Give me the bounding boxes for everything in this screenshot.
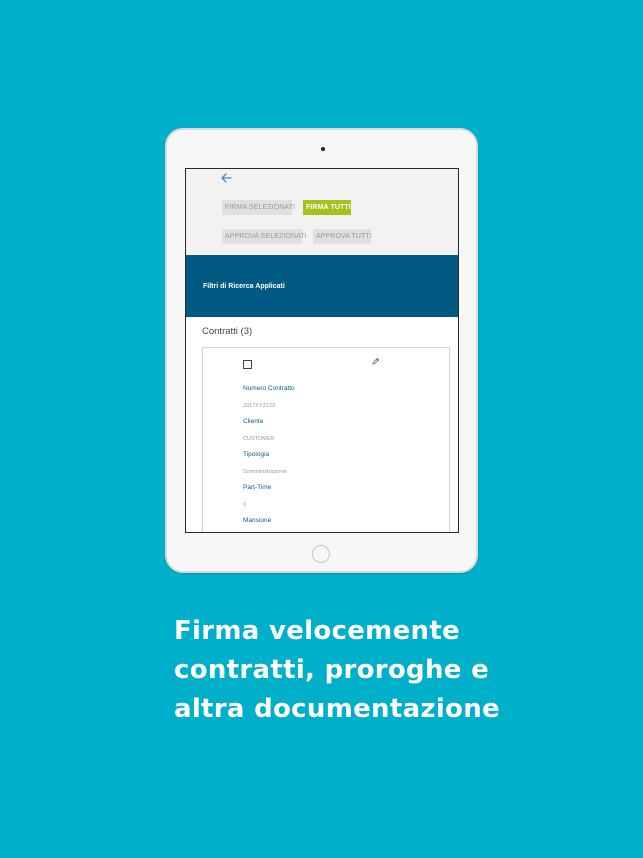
caption-line-1: Firma velocemente: [174, 616, 460, 646]
filter-banner-label: Filtri di Ricerca Applicati: [203, 283, 285, 290]
field-label-cliente: Cliente: [243, 418, 264, 425]
approva-selezionati-button[interactable]: APPROVA SELEZIONATI: [222, 229, 307, 244]
firma-selezionati-button[interactable]: FIRMA SELEZIONATI: [222, 200, 295, 215]
camera-dot: [321, 147, 325, 151]
filter-banner[interactable]: Filtri di Ricerca Applicati: [186, 255, 458, 317]
firma-tutti-button[interactable]: FIRMA TUTTI: [303, 200, 351, 215]
checkbox-icon[interactable]: [243, 360, 252, 369]
field-value-part-time: 0: [243, 502, 247, 508]
contract-card: Numero Contratto 2017XYZ123 Cliente CUST…: [202, 347, 450, 532]
caption-line-2: contratti, proroghe e: [174, 655, 489, 685]
home-button[interactable]: [312, 545, 330, 563]
approva-tutti-button[interactable]: APPROVA TUTTI: [313, 229, 372, 244]
field-label-mansione: Mansione: [243, 517, 272, 524]
field-value-numero-contratto: 2017XYZ123: [243, 403, 276, 409]
pencil-icon[interactable]: [371, 357, 380, 366]
tablet-device: FIRMA SELEZIONATI FIRMA TUTTI APPROVA SE…: [165, 128, 478, 573]
field-label-part-time: Part-Time: [243, 484, 272, 491]
app-screen: FIRMA SELEZIONATI FIRMA TUTTI APPROVA SE…: [185, 168, 459, 533]
promo-caption: Firma velocemente contratti, proroghe e …: [174, 612, 614, 729]
field-label-tipologia: Tipologia: [243, 451, 270, 458]
field-label-numero-contratto: Numero Contratto: [243, 385, 295, 392]
contracts-title: Contratti (3): [202, 326, 253, 337]
back-arrow-icon[interactable]: [219, 171, 233, 185]
caption-line-3: altra documentazione: [174, 694, 500, 724]
action-bar: FIRMA SELEZIONATI FIRMA TUTTI APPROVA SE…: [186, 169, 458, 255]
field-value-cliente: CUSTOMER: [243, 436, 275, 442]
field-value-tipologia: Somministrazione: [243, 469, 287, 475]
